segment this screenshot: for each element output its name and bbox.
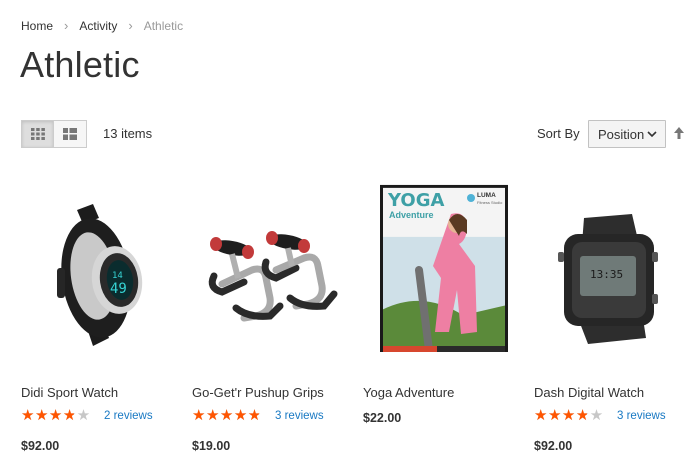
- product-image[interactable]: 14 49: [21, 182, 177, 352]
- sort-direction-arrow-icon[interactable]: [673, 126, 685, 140]
- product-price: $92.00: [534, 439, 573, 453]
- product-name[interactable]: Dash Digital Watch: [534, 385, 644, 400]
- luma-logo-icon: [467, 194, 475, 202]
- breadcrumb-activity[interactable]: Activity: [79, 19, 117, 33]
- item-count: 13 items: [103, 126, 153, 141]
- product-item: 13:35 Dash Digital Watch ★★★★★★★★★★ 3 re…: [534, 182, 690, 453]
- sort-by-value: Position: [598, 126, 645, 142]
- breadcrumb-separator-icon: ›: [128, 18, 133, 33]
- reviews-link[interactable]: 3 reviews: [617, 410, 666, 422]
- product-price: $92.00: [21, 439, 60, 453]
- product-rating: ★★★★★★★★★★ 2 reviews: [21, 408, 153, 423]
- rating-stars-icon: ★★★★★★★★★★: [534, 406, 604, 424]
- sort-by-select[interactable]: Position: [588, 120, 666, 148]
- dvd-title: YOGA: [388, 190, 445, 211]
- svg-text:49: 49: [110, 281, 127, 297]
- list-view-button[interactable]: [54, 120, 87, 148]
- dvd-subtitle: Adventure: [389, 210, 434, 220]
- dvd-brand-sub: Fitness Studio: [477, 200, 503, 205]
- rating-stars-icon: ★★★★★★★★★★: [21, 406, 91, 424]
- product-grid: 14 49 Didi Sport Watch ★★★★★★★★★★ 2 revi…: [21, 182, 698, 466]
- product-image[interactable]: 13:35: [534, 182, 690, 352]
- rating-stars-icon: ★★★★★★★★★★: [192, 406, 262, 424]
- product-price: $19.00: [192, 439, 231, 453]
- toolbar: 13 items Sort By Position: [21, 120, 691, 148]
- breadcrumb-home[interactable]: Home: [21, 19, 53, 33]
- dvd-brand: LUMA: [477, 192, 496, 199]
- product-image[interactable]: YOGA Adventure LUMA Fitness Studio: [363, 182, 519, 369]
- breadcrumb: Home › Activity › Athletic: [21, 18, 183, 33]
- view-mode-switch: [21, 120, 87, 148]
- product-price: $22.00: [363, 411, 402, 425]
- list-icon: [63, 128, 77, 140]
- grid-view-button[interactable]: [21, 120, 54, 148]
- product-rating: ★★★★★★★★★★ 3 reviews: [192, 408, 324, 423]
- product-item: Go-Get'r Pushup Grips ★★★★★ ★★★★★ 3 revie…: [192, 182, 348, 453]
- grid-icon: [30, 128, 45, 140]
- reviews-link[interactable]: 2 reviews: [104, 410, 153, 422]
- svg-text:14: 14: [112, 271, 123, 281]
- svg-text:13:35: 13:35: [590, 268, 623, 281]
- product-name[interactable]: Yoga Adventure: [363, 385, 454, 400]
- sort-by-label: Sort By: [537, 126, 580, 141]
- product-image[interactable]: [192, 182, 348, 352]
- reviews-link[interactable]: 3 reviews: [275, 410, 324, 422]
- product-item: YOGA Adventure LUMA Fitness Studio Yoga …: [363, 182, 519, 425]
- product-name[interactable]: Go-Get'r Pushup Grips: [192, 385, 324, 400]
- breadcrumb-current: Athletic: [143, 18, 184, 33]
- chevron-down-icon: [647, 131, 657, 138]
- breadcrumb-separator-icon: ›: [64, 18, 69, 33]
- product-rating: ★★★★★★★★★★ 3 reviews: [534, 408, 666, 423]
- product-item: 14 49 Didi Sport Watch ★★★★★★★★★★ 2 revi…: [21, 182, 177, 453]
- page-title: Athletic: [20, 44, 140, 85]
- product-name[interactable]: Didi Sport Watch: [21, 385, 118, 400]
